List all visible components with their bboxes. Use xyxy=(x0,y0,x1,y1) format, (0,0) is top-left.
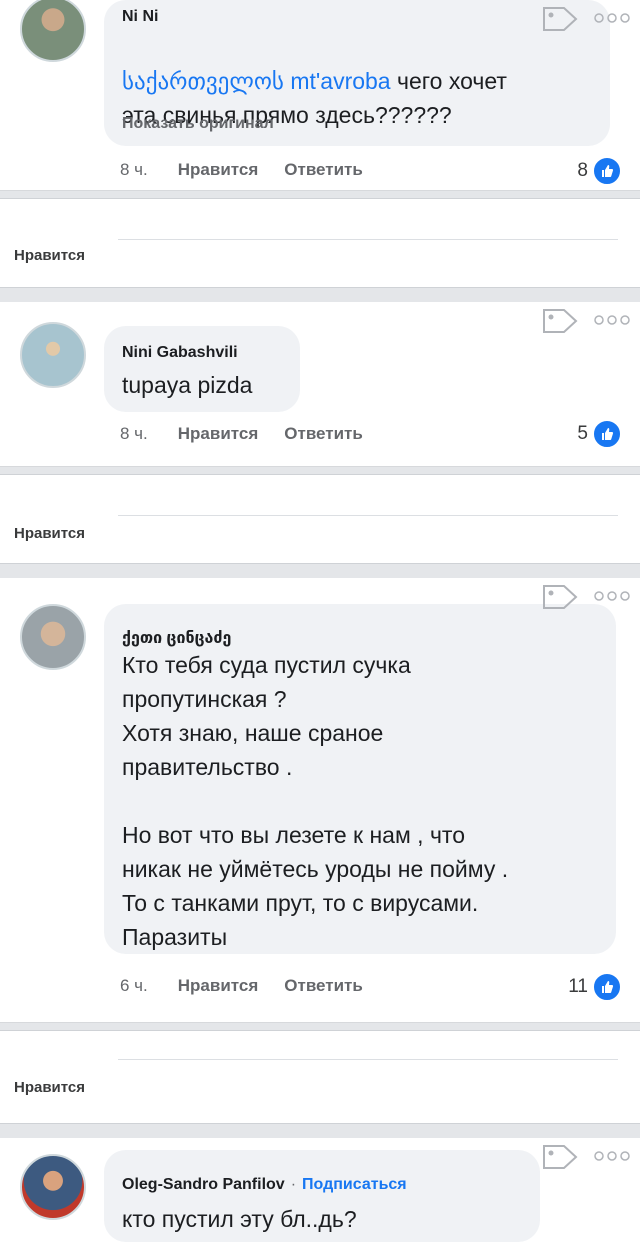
georgian-text: საქართველოს mt'avroba xyxy=(122,68,391,94)
reaction-count-value: 11 xyxy=(568,976,588,997)
comment-text: tupaya pizda xyxy=(122,372,253,398)
comment-card: Ni Ni საქართველოს mt'avroba чего хочет э… xyxy=(0,0,640,191)
divider xyxy=(118,1059,618,1060)
separator-dot: · xyxy=(290,1176,297,1193)
tag-icon[interactable] xyxy=(540,1142,580,1172)
comment-author[interactable]: Nini Gabashvili xyxy=(122,344,238,362)
reaction-count[interactable]: 11 xyxy=(568,972,622,1002)
post-like-bar: Нравится xyxy=(0,198,640,288)
reply-button[interactable]: Ответить xyxy=(284,976,363,995)
more-options-icon[interactable] xyxy=(592,10,632,26)
comment-bubble: Oleg-Sandro Panfilov · Подписаться кто пус… xyxy=(104,1150,540,1242)
reaction-count[interactable]: 8 xyxy=(577,156,622,186)
tag-icon[interactable] xyxy=(540,582,580,612)
like-thumb-icon xyxy=(592,972,622,1002)
avatar[interactable] xyxy=(20,322,86,388)
comment-bubble: ქეთი ცინცაძე Кто тебя суда пустил сучка … xyxy=(104,604,616,954)
comment-author[interactable]: Ni Ni xyxy=(122,8,158,26)
post-like-button[interactable]: Нравится xyxy=(14,525,85,542)
comment-bubble: Nini Gabashvili tupaya pizda xyxy=(104,326,300,412)
avatar[interactable] xyxy=(20,1154,86,1220)
comment-time: 8 ч. xyxy=(120,424,148,443)
like-button[interactable]: Нравится xyxy=(178,424,259,443)
comment-author: Oleg-Sandro Panfilov · Подписаться xyxy=(122,1176,407,1194)
comment-card: Nini Gabashvili tupaya pizda 8 ч. Нравитс… xyxy=(0,302,640,467)
comment-time: 8 ч. xyxy=(120,160,148,179)
author-name[interactable]: Oleg-Sandro Panfilov xyxy=(122,1176,285,1193)
comment-bubble: Ni Ni საქართველოს mt'avroba чего хочет э… xyxy=(104,0,610,146)
reply-button[interactable]: Ответить xyxy=(284,424,363,443)
comment-time: 6 ч. xyxy=(120,976,148,995)
reaction-count-value: 5 xyxy=(577,423,588,444)
comment-card: Oleg-Sandro Panfilov · Подписаться кто пус… xyxy=(0,1138,640,1257)
comment-text: кто пустил эту бл..дь? xyxy=(122,1206,357,1232)
like-thumb-icon xyxy=(592,419,622,449)
avatar[interactable] xyxy=(20,604,86,670)
show-original-link[interactable]: Показать оригинал xyxy=(122,115,274,133)
avatar[interactable] xyxy=(20,0,86,62)
reaction-count[interactable]: 5 xyxy=(577,419,622,449)
tag-icon[interactable] xyxy=(540,306,580,336)
comment-card: ქეთი ცინცაძე Кто тебя суда пустил сучка … xyxy=(0,578,640,1023)
follow-button[interactable]: Подписаться xyxy=(302,1176,407,1193)
like-thumb-icon xyxy=(592,156,622,186)
comment-actions: 8 ч. Нравится Ответить xyxy=(120,160,389,180)
divider xyxy=(118,515,618,516)
post-like-bar: Нравится xyxy=(0,1030,640,1124)
post-like-button[interactable]: Нравится xyxy=(14,1079,85,1096)
comment-author[interactable]: ქეთი ცინცაძე xyxy=(122,628,231,648)
post-like-button[interactable]: Нравится xyxy=(14,247,85,264)
reaction-count-value: 8 xyxy=(577,160,588,181)
comment-actions: 6 ч. Нравится Ответить xyxy=(120,976,389,996)
like-button[interactable]: Нравится xyxy=(178,160,259,179)
tag-icon[interactable] xyxy=(540,4,580,34)
more-options-icon[interactable] xyxy=(592,588,632,604)
more-options-icon[interactable] xyxy=(592,1148,632,1164)
divider xyxy=(118,239,618,240)
like-button[interactable]: Нравится xyxy=(178,976,259,995)
comment-text: Кто тебя суда пустил сучка пропутинская … xyxy=(122,652,509,950)
post-like-bar: Нравится xyxy=(0,474,640,564)
comment-actions: 8 ч. Нравится Ответить xyxy=(120,424,389,444)
reply-button[interactable]: Ответить xyxy=(284,160,363,179)
more-options-icon[interactable] xyxy=(592,312,632,328)
